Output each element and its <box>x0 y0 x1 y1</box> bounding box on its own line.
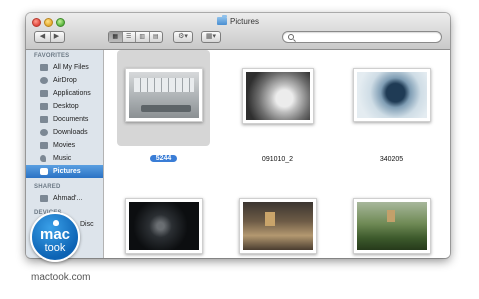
list-view-button[interactable]: ☰ <box>123 32 136 42</box>
sidebar-item-airdrop[interactable]: AirDrop <box>26 74 103 87</box>
finder-window: Pictures ◀ ▶ ▦ ☰ ▥ ▤ ⚙▾ ▦▾ FAVORITES All … <box>26 13 450 258</box>
movies-icon <box>40 142 48 149</box>
thumbnail-image <box>356 202 427 250</box>
documents-icon <box>40 116 48 123</box>
mactook-logo: mac took <box>30 212 80 262</box>
sidebar-item-pictures[interactable]: Pictures <box>26 165 103 178</box>
thumbnail-image <box>245 72 310 120</box>
sidebar-item-applications[interactable]: Applications <box>26 87 103 100</box>
window-title-text: Pictures <box>230 17 259 26</box>
folder-icon <box>217 17 228 25</box>
window-title: Pictures <box>26 17 450 26</box>
forward-button[interactable]: ▶ <box>50 32 64 42</box>
sidebar-item-shared-computer[interactable]: Ahmad'... <box>26 192 103 205</box>
music-icon <box>40 155 46 162</box>
applications-icon <box>40 90 48 97</box>
logo-line-1: mac <box>39 226 71 243</box>
thumbnail <box>124 198 203 254</box>
thumbnail-image <box>242 202 313 250</box>
pictures-icon <box>40 168 48 175</box>
downloads-icon <box>40 129 48 136</box>
sidebar-item-music[interactable]: Music <box>26 152 103 165</box>
view-switcher: ▦ ☰ ▥ ▤ <box>108 31 163 43</box>
arrange-button[interactable]: ▦▾ <box>201 31 221 43</box>
desktop-icon <box>40 103 48 110</box>
file-item-5244[interactable] <box>117 50 210 146</box>
search-field[interactable] <box>282 31 442 43</box>
thumbnail <box>352 198 431 254</box>
watermark-text: mactook.com <box>31 272 91 283</box>
back-button[interactable]: ◀ <box>36 32 50 42</box>
thumbnail-image <box>128 202 199 250</box>
thumbnail <box>238 198 317 254</box>
search-icon <box>288 34 294 40</box>
file-item-091010-2[interactable] <box>231 50 324 146</box>
divider <box>50 32 51 42</box>
file-grid: 5244 091010_2 340205 <box>105 50 450 258</box>
sidebar-item-movies[interactable]: Movies <box>26 139 103 152</box>
icon-view-button[interactable]: ▦ <box>109 32 123 42</box>
computer-icon <box>40 195 48 202</box>
file-item-4[interactable] <box>117 190 210 258</box>
file-item-5[interactable] <box>231 190 324 258</box>
column-view-button[interactable]: ▥ <box>136 32 150 42</box>
back-forward-control: ◀ ▶ <box>34 31 65 43</box>
thumbnail <box>241 68 314 124</box>
sidebar-item-downloads[interactable]: Downloads <box>26 126 103 139</box>
file-label: 091010_2 <box>261 156 294 163</box>
all-files-icon <box>40 64 48 71</box>
coverflow-view-button[interactable]: ▤ <box>150 32 163 42</box>
logo-line-2: took <box>44 242 66 254</box>
thumbnail-image <box>128 72 199 118</box>
sidebar-item-documents[interactable]: Documents <box>26 113 103 126</box>
airdrop-icon <box>40 77 48 84</box>
thumbnail <box>352 68 431 122</box>
shared-header: SHARED <box>34 184 61 190</box>
thumbnail-image <box>356 72 427 118</box>
file-item-6[interactable] <box>345 190 438 258</box>
title-bar: Pictures ◀ ▶ ▦ ☰ ▥ ▤ ⚙▾ ▦▾ <box>26 13 450 50</box>
action-menu-button[interactable]: ⚙▾ <box>173 31 193 43</box>
file-label: 5244 <box>117 155 210 162</box>
sidebar-item-all-my-files[interactable]: All My Files <box>26 61 103 74</box>
sidebar-item-desktop[interactable]: Desktop <box>26 100 103 113</box>
file-label: 340205 <box>379 156 404 163</box>
favorites-header: FAVORITES <box>34 53 70 59</box>
file-item-340205[interactable] <box>345 50 438 146</box>
thumbnail <box>124 68 203 122</box>
